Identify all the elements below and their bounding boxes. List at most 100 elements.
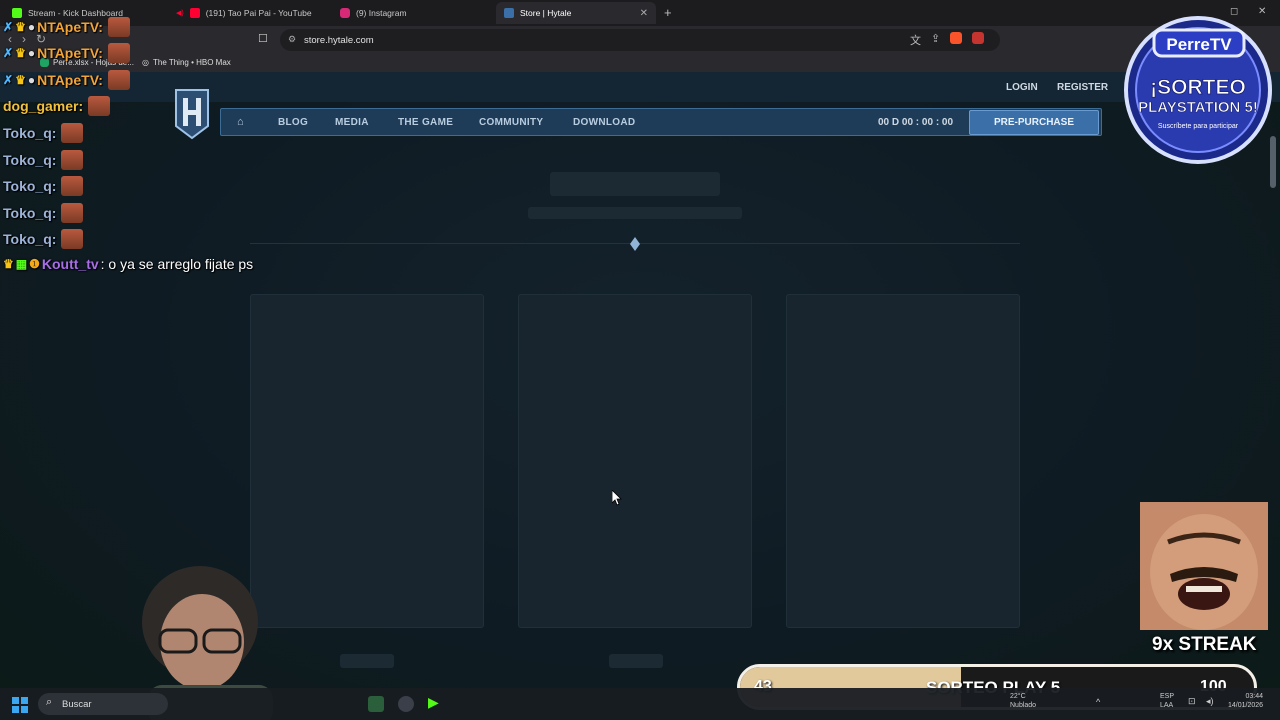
sword-badge-icon: ✗ [3, 20, 14, 34]
card-label-placeholder [609, 654, 663, 668]
clock-time: 03:44 [1245, 693, 1264, 700]
tray-expand-icon[interactable]: ^ [1096, 698, 1100, 707]
clock-date: 14/01/2026 [1228, 702, 1264, 709]
product-card-placeholder[interactable] [518, 294, 752, 628]
tab-label: Store | Hytale [520, 8, 572, 18]
chat-username: dog_gamer: [3, 98, 84, 114]
obs-icon[interactable] [398, 696, 414, 712]
gem-divider-icon [630, 237, 640, 251]
pre-purchase-label: PRE-PURCHASE [993, 117, 1074, 128]
windows-taskbar: ⌕ Buscar ▶ 22°C Nublado ^ ESP LAA ⊡ ◂) 0… [0, 688, 1280, 720]
emote-icon [61, 203, 84, 223]
chat-message: dog_gamer: [3, 96, 111, 116]
hytale-icon [504, 8, 514, 18]
tab-instagram[interactable]: (9) Instagram [332, 2, 492, 24]
url-text: store.hytale.com [304, 34, 374, 46]
translate-icon[interactable]: 文 [910, 32, 921, 48]
nav-media[interactable]: MEDIA [335, 117, 369, 128]
language-layout: LAA [1160, 702, 1174, 709]
instagram-icon [340, 8, 350, 18]
chat-username: Koutt_tv [41, 256, 99, 272]
chat-message: Toko_q: [3, 150, 84, 170]
chat-username: NTApeTV: [37, 45, 103, 61]
dot-badge-icon: ● [27, 73, 36, 87]
language-code: ESP [1160, 693, 1175, 700]
subtitle-placeholder [528, 207, 742, 219]
perre-line1: ¡SORTEO [1150, 76, 1246, 99]
chat-username: Toko_q: [3, 125, 57, 141]
clock[interactable]: 03:44 14/01/2026 [1228, 692, 1263, 710]
chat-username: Toko_q: [3, 178, 57, 194]
app-icon[interactable] [368, 696, 384, 712]
release-countdown: 00 D 00 : 00 : 00 [878, 117, 954, 128]
chat-message: ♛ ▦ ❶ Koutt_tv : o ya se arreglo fijate … [3, 256, 253, 272]
perre-line2: PLAYSTATION 5! [1138, 99, 1258, 116]
tab-label: (9) Instagram [356, 8, 407, 18]
new-tab-button[interactable]: + [664, 5, 672, 20]
card-label-placeholder [340, 654, 394, 668]
sword-badge-icon: ✗ [3, 46, 14, 60]
perre-sub: Suscríbete para participar [1158, 123, 1239, 130]
chat-message: Toko_q: [3, 123, 84, 143]
main-nav: ⌂ BLOG MEDIA THE GAME COMMUNITY DOWNLOAD… [220, 108, 1102, 136]
weather-desc: Nublado [1010, 702, 1037, 709]
streak-label: 9x STREAK [1152, 634, 1257, 655]
emote-icon [61, 229, 84, 249]
crown-badge-icon: ♛ [15, 20, 26, 34]
weather-temp: 22°C [1010, 693, 1026, 700]
chat-message: ✗ ♛ ● NTApeTV: [3, 17, 130, 37]
search-icon: ⌕ [46, 696, 53, 708]
search-placeholder: Buscar [62, 698, 92, 710]
weather-widget[interactable]: 22°C Nublado [1010, 692, 1036, 710]
tab-hytale-store[interactable]: Store | Hytale ✕ [496, 2, 656, 24]
title-placeholder [550, 172, 720, 196]
register-link[interactable]: REGISTER [1057, 82, 1108, 93]
emote-icon [107, 17, 130, 37]
url-field[interactable]: ⚙ store.hytale.com [280, 29, 1000, 51]
network-icon[interactable]: ⊡ [1188, 697, 1196, 706]
nav-community[interactable]: COMMUNITY [479, 117, 543, 128]
product-card-placeholder[interactable] [786, 294, 1020, 628]
chat-username: NTApeTV: [37, 19, 103, 35]
chat-message: Toko_q: [3, 176, 84, 196]
perre-brand: PerreTV [1166, 35, 1232, 54]
chat-message: ✗ ♛ ● NTApeTV: [3, 70, 130, 90]
emote-icon [61, 176, 84, 196]
meme-overlay [1140, 502, 1268, 630]
share-icon[interactable]: ⇪ [931, 32, 940, 48]
emote-icon [107, 70, 130, 90]
crown-badge-icon: ♛ [3, 257, 14, 271]
product-card-placeholder[interactable] [250, 294, 484, 628]
crown-badge-icon: ♛ [15, 73, 26, 87]
laughing-face-image [1140, 502, 1268, 630]
volume-icon[interactable]: ◂) [1206, 697, 1214, 706]
taskbar-search[interactable]: ⌕ Buscar [38, 693, 168, 715]
chat-message: Toko_q: [3, 203, 84, 223]
address-bar-actions: 文 ⇪ [910, 32, 985, 48]
kick-app-icon[interactable]: ▶ [428, 694, 444, 710]
pre-purchase-button[interactable]: PRE-PURCHASE [969, 110, 1099, 135]
crown-badge-icon: ♛ [15, 46, 26, 60]
windows-start-icon[interactable] [12, 697, 28, 713]
brave-rewards-icon[interactable] [972, 32, 985, 44]
chat-username: Toko_q: [3, 231, 57, 247]
chat-message: ✗ ♛ ● NTApeTV: [3, 43, 130, 63]
nav-download[interactable]: DOWNLOAD [573, 117, 635, 128]
mouse-cursor-icon [612, 490, 622, 506]
chat-username: NTApeTV: [37, 72, 103, 88]
emote-icon [61, 123, 84, 143]
language-indicator[interactable]: ESP LAA [1160, 692, 1174, 710]
login-link[interactable]: LOGIN [1006, 82, 1038, 93]
sword-badge-icon: ✗ [3, 73, 14, 87]
close-tab-icon[interactable]: ✕ [640, 8, 648, 19]
brave-shield-icon[interactable] [950, 32, 963, 44]
chat-username: Toko_q: [3, 205, 57, 221]
stream-chat-overlay: ✗ ♛ ● NTApeTV: ✗ ♛ ● NTApeTV: ✗ ♛ ● NTAp… [0, 0, 300, 290]
emote-icon [88, 96, 111, 116]
grid-badge-icon: ▦ [15, 257, 28, 271]
nav-the-game[interactable]: THE GAME [398, 117, 453, 128]
dot-badge-icon: ● [27, 20, 36, 34]
sub-badge-icon: ❶ [29, 257, 40, 271]
emote-icon [107, 43, 130, 63]
chat-message: Toko_q: [3, 229, 84, 249]
